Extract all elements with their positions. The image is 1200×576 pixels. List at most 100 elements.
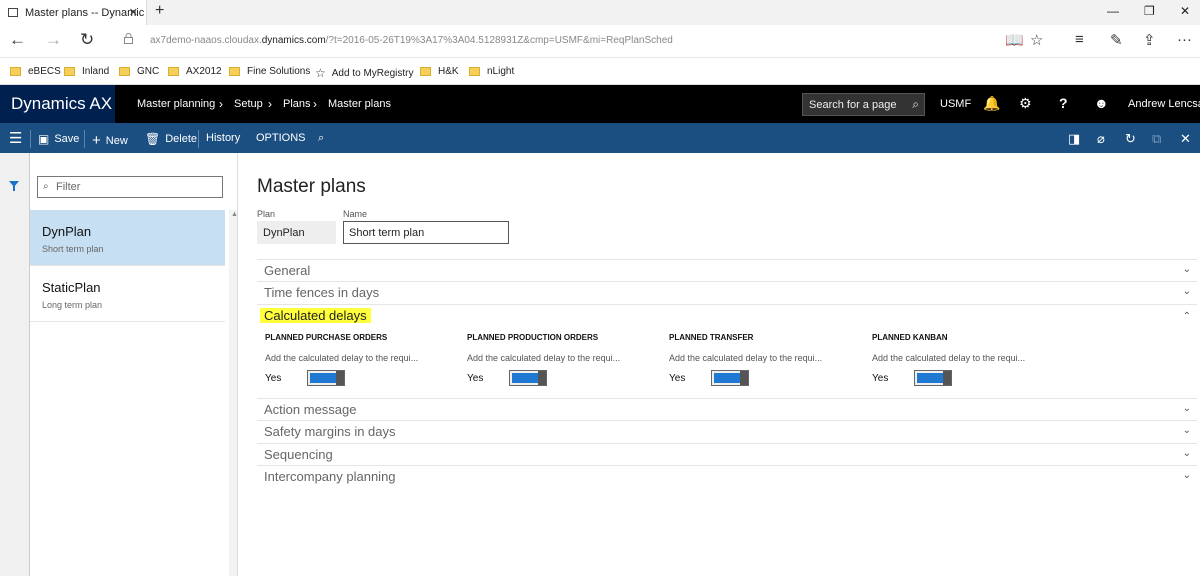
fasttab-time-fences[interactable]: Time fences in days ⌄ — [257, 281, 1197, 304]
fasttab-sequencing[interactable]: Sequencing ⌄ — [257, 443, 1197, 466]
search-placeholder: Search for a page — [809, 99, 897, 111]
new-button[interactable]: + New — [92, 132, 128, 149]
save-button[interactable]: ▣ Save — [38, 132, 79, 146]
search-icon[interactable]: ⌕ — [912, 97, 919, 112]
user-name[interactable]: Andrew Lencsak — [1128, 98, 1200, 110]
smiley-feedback-icon[interactable]: ☻ — [1094, 95, 1109, 111]
share-icon[interactable]: ⇪ — [1143, 31, 1156, 49]
settings-gear-icon[interactable]: ⚙ — [1019, 95, 1032, 112]
purchase-orders-toggle[interactable] — [307, 370, 345, 386]
options-tab[interactable]: OPTIONS — [256, 132, 306, 144]
url-field[interactable]: ax7demo-naaos.cloudax.dynamics.com/?t=20… — [150, 35, 673, 46]
lock-icon — [124, 33, 133, 44]
new-tab-icon[interactable]: + — [155, 2, 164, 20]
breadcrumb-master-plans[interactable]: Master plans — [328, 98, 391, 110]
attach-icon[interactable]: ⌀ — [1097, 131, 1105, 147]
web-note-icon[interactable]: ✎ — [1110, 31, 1123, 49]
address-bar-row: ← → ↻ ax7demo-naaos.cloudax.dynamics.com… — [0, 25, 1200, 58]
favorite-gnc[interactable]: GNC — [119, 66, 159, 77]
transfer-toggle[interactable] — [711, 370, 749, 386]
action-search-icon[interactable]: ⌕ — [318, 132, 324, 145]
app-brand[interactable]: Dynamics AX — [0, 85, 115, 123]
trash-icon: 🗑 — [145, 132, 161, 146]
window-close-icon[interactable]: ✕ — [1180, 4, 1190, 18]
fasttab-safety-margins[interactable]: Safety margins in days ⌄ — [257, 420, 1197, 443]
close-tab-icon[interactable]: ✕ — [129, 6, 138, 19]
chevron-down-icon: ⌄ — [1182, 448, 1191, 459]
breadcrumb-master-planning[interactable]: Master planning — [137, 98, 215, 110]
kanban-group: PLANNED KANBAN Add the calculated delay … — [872, 333, 1052, 386]
fasttab-action-message[interactable]: Action message ⌄ — [257, 398, 1197, 421]
history-button[interactable]: History — [206, 132, 240, 144]
favorite-label: nLight — [487, 66, 515, 77]
refresh-icon[interactable]: ↻ — [80, 30, 94, 50]
breadcrumb-plans[interactable]: Plans — [283, 98, 311, 110]
browser-tab-title: Master plans -- Dynamic — [25, 6, 145, 19]
production-orders-toggle[interactable] — [509, 370, 547, 386]
list-scrollbar[interactable] — [229, 210, 237, 576]
favorite-ebecs[interactable]: eBECS — [10, 66, 61, 77]
close-page-icon[interactable]: ✕ — [1180, 131, 1191, 147]
page-search-input[interactable]: Search for a page ⌕ — [802, 93, 925, 116]
kanban-toggle[interactable] — [914, 370, 952, 386]
production-orders-group: PLANNED PRODUCTION ORDERS Add the calcul… — [467, 333, 647, 386]
reading-view-icon[interactable]: 📖 — [1005, 31, 1024, 49]
toggle-knob — [740, 371, 748, 385]
options-label: OPTIONS — [256, 132, 306, 144]
chevron-down-icon: ⌄ — [1182, 403, 1191, 414]
favorite-nlight[interactable]: nLight — [469, 66, 514, 77]
fasttab-title: Action message — [264, 402, 357, 417]
name-field[interactable]: Short term plan — [343, 221, 509, 244]
fasttab-calculated-delays[interactable]: Calculated delays ⌃ — [257, 304, 1197, 327]
favorite-fine-solutions[interactable]: Fine Solutions — [229, 66, 310, 77]
company-selector[interactable]: USMF — [940, 98, 971, 110]
favorite-star-icon[interactable]: ☆ — [1030, 31, 1043, 49]
help-icon[interactable]: ? — [1059, 95, 1068, 111]
transfer-group: PLANNED TRANSFER Add the calculated dela… — [669, 333, 849, 386]
star-icon: ☆ — [315, 66, 326, 80]
list-item-dynplan[interactable]: DynPlan Short term plan — [30, 210, 225, 266]
restore-icon[interactable]: ❐ — [1144, 4, 1155, 18]
notification-bell-icon[interactable]: 🔔 — [983, 95, 1000, 112]
list-item-title: DynPlan — [42, 224, 92, 239]
toggle-knob — [538, 371, 546, 385]
delete-button[interactable]: 🗑 Delete — [145, 132, 197, 146]
chevron-down-icon: ⌄ — [1182, 264, 1191, 275]
list-filter-input[interactable]: ⌕ Filter — [37, 176, 223, 198]
favorite-ax2012[interactable]: AX2012 — [168, 66, 222, 77]
record-list-pane: ⌕ Filter DynPlan Short term plan StaticP… — [30, 153, 238, 576]
hamburger-menu-icon[interactable]: ☰ — [9, 129, 22, 147]
back-icon[interactable]: ← — [9, 30, 26, 50]
favorites-bar: eBECS Inland GNC AX2012 Fine Solutions ☆… — [0, 58, 1200, 85]
minimize-icon[interactable]: — — [1107, 4, 1119, 18]
folder-icon — [420, 67, 431, 76]
chevron-down-icon: ⌄ — [1182, 425, 1191, 436]
favorite-label: AX2012 — [186, 66, 222, 77]
favorite-inland[interactable]: Inland — [64, 66, 109, 77]
browser-tab[interactable]: Master plans -- Dynamic ✕ — [0, 0, 147, 25]
chevron-down-icon: ⌄ — [1182, 470, 1191, 481]
breadcrumb-separator-icon: › — [313, 97, 317, 111]
favorite-label: Add to MyRegistry — [331, 67, 414, 79]
search-icon: ⌕ — [43, 181, 49, 192]
name-label: Name — [343, 209, 368, 219]
refresh-page-icon[interactable]: ↻ — [1125, 131, 1136, 147]
scroll-up-icon[interactable]: ▲ — [231, 211, 238, 218]
folder-icon — [119, 67, 130, 76]
toggle-fill — [714, 373, 740, 383]
breadcrumb-separator-icon: › — [268, 97, 272, 111]
favorite-add-to-myregistry[interactable]: ☆ Add to MyRegistry — [315, 66, 413, 80]
hub-icon[interactable]: ≡ — [1075, 31, 1084, 48]
toggle-value: Yes — [265, 373, 282, 384]
fasttab-intercompany-planning[interactable]: Intercompany planning ⌄ — [257, 465, 1197, 488]
favorite-label: H&K — [438, 66, 459, 77]
column-description: Add the calculated delay to the requi... — [467, 353, 621, 363]
favorite-hk[interactable]: H&K — [420, 66, 459, 77]
forward-icon[interactable]: → — [45, 30, 62, 50]
more-icon[interactable]: ··· — [1177, 31, 1192, 48]
list-item-staticplan[interactable]: StaticPlan Long term plan — [30, 266, 225, 322]
office-icon[interactable]: ◨ — [1068, 131, 1080, 147]
breadcrumb-setup[interactable]: Setup — [234, 98, 263, 110]
fasttab-general[interactable]: General ⌄ — [257, 259, 1197, 282]
column-heading: PLANNED TRANSFER — [669, 333, 754, 342]
